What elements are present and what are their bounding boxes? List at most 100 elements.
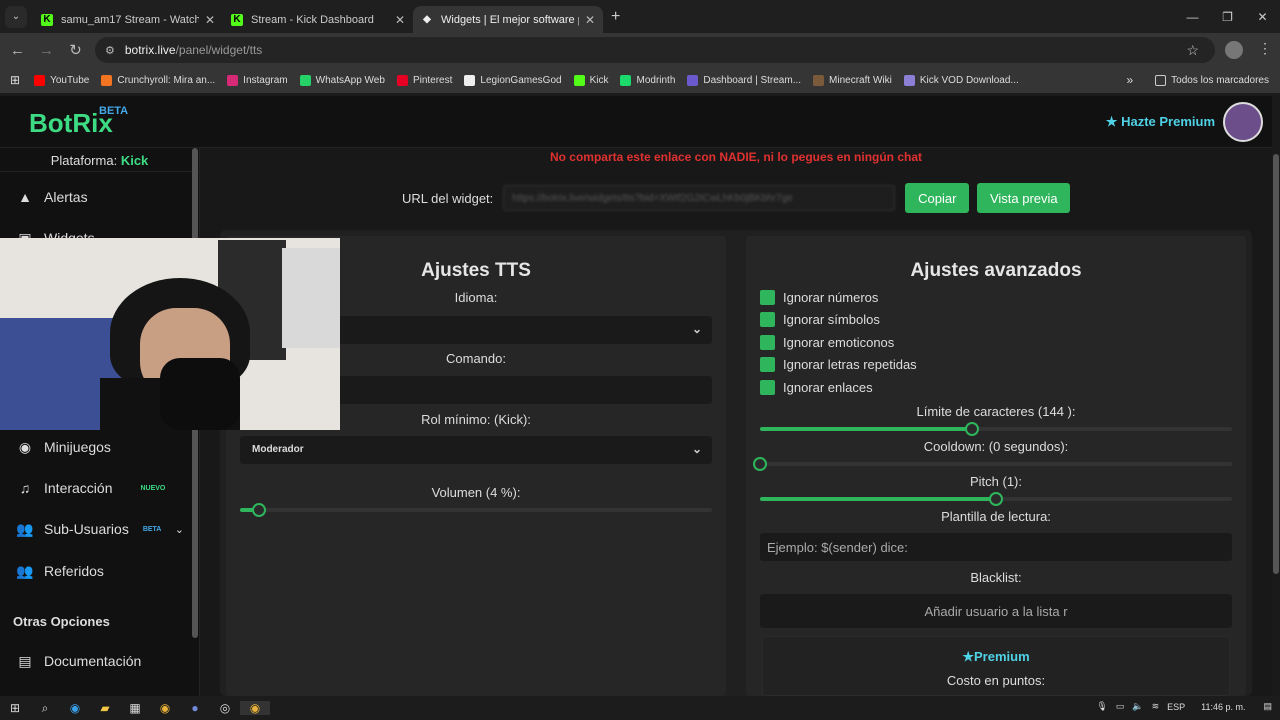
checkbox-ignore-links[interactable]: Ignorar enlaces [760, 380, 873, 395]
volume-slider[interactable] [240, 503, 712, 517]
blacklist-input[interactable]: Añadir usuario a la lista r [760, 594, 1232, 628]
slider-handle[interactable] [989, 492, 1003, 506]
bookmark-item[interactable]: Minecraft Wiki [813, 74, 892, 86]
slider-handle[interactable] [965, 422, 980, 436]
sidebar-item-alertas[interactable]: ▲ Alertas [0, 178, 190, 216]
bookmark-favicon-icon [299, 74, 311, 86]
tab-search-icon[interactable]: ⌄ [5, 5, 27, 28]
widget-url-input[interactable]: https://botrix.live/widgets/tts?bid=XWtf… [503, 185, 896, 211]
cooldown-slider[interactable] [753, 457, 1232, 471]
copy-button[interactable]: Copiar [905, 183, 970, 213]
apps-grid-icon[interactable]: ⊞ [10, 73, 20, 87]
sidebar-item-interaccion[interactable]: ♫ Interacción NUEVO [0, 469, 190, 507]
url-host: botrix.live [124, 43, 176, 57]
store-icon[interactable]: ▦ [120, 701, 150, 715]
sidebar-item-minijuegos[interactable]: ◉ Minijuegos [0, 428, 190, 466]
bookmark-item[interactable]: Modrinth [620, 74, 675, 86]
new-tab-icon[interactable]: + [611, 8, 620, 26]
sidebar-item-label: Minijuegos [44, 439, 111, 455]
bookmark-favicon-icon [396, 74, 408, 86]
pitch-slider[interactable] [760, 492, 1232, 506]
sidebar-item-documentacion[interactable]: ▤ Documentación [0, 642, 190, 680]
chevron-down-icon[interactable]: ⌄ [175, 523, 184, 536]
close-icon[interactable]: ✕ [395, 13, 405, 27]
browser-tab-1[interactable]: K samu_am17 Stream - Watch Live ✕ [33, 6, 223, 33]
browser-tab-2[interactable]: K Stream - Kick Dashboard ✕ [223, 6, 413, 33]
site-info-icon[interactable]: ⚙ [105, 44, 115, 57]
platform-value: Kick [120, 153, 149, 168]
bookmark-label: Kick [589, 74, 609, 86]
close-icon[interactable]: ✕ [585, 13, 595, 27]
close-icon[interactable]: ✕ [205, 13, 215, 27]
chevron-down-icon: ⌄ [691, 442, 702, 456]
slider-handle[interactable] [753, 457, 767, 471]
windows-start-icon[interactable]: ⊞ [0, 701, 30, 715]
checkbox[interactable] [760, 312, 775, 327]
file-explorer-icon[interactable]: ▰ [90, 701, 120, 715]
tab-title: Stream - Kick Dashboard [251, 13, 374, 26]
checkbox-ignore-symbols[interactable]: Ignorar símbolos [760, 312, 880, 327]
checkbox[interactable] [760, 290, 775, 305]
bookmark-label: Pinterest [412, 74, 453, 86]
scroll-thumb[interactable] [1273, 154, 1279, 574]
notification-icon[interactable]: ▤ [1263, 701, 1272, 712]
sidebar-item-referidos[interactable]: 👥 Referidos [0, 552, 190, 590]
checkbox-ignore-repeated[interactable]: Ignorar letras repetidas [760, 357, 917, 372]
bookmark-item[interactable]: Kick [573, 74, 609, 86]
bookmark-item[interactable]: Crunchyroll: Mira an... [101, 74, 215, 86]
discord-icon[interactable]: ● [180, 701, 210, 715]
bookmark-item[interactable]: Instagram [227, 74, 288, 86]
hazte-premium-link[interactable]: ★ Hazte Premium [1106, 114, 1215, 130]
back-icon[interactable]: ← [3, 42, 32, 59]
volume-icon[interactable]: 🔈 [1132, 701, 1143, 712]
wifi-icon[interactable]: ≋ [1152, 701, 1160, 712]
widget-url-label: URL del widget: [402, 190, 494, 206]
profile-icon[interactable] [1225, 41, 1243, 59]
obs-icon[interactable]: ◎ [210, 701, 240, 715]
url-omnibox[interactable]: ⚙ botrix.live/panel/widget/tts ☆ [95, 37, 1215, 63]
bookmark-item[interactable]: Pinterest [396, 74, 453, 86]
avatar[interactable] [1223, 102, 1263, 142]
char-limit-slider[interactable] [760, 422, 1232, 436]
search-icon[interactable]: ⌕ [30, 701, 60, 716]
page-scrollbar[interactable] [1272, 96, 1280, 696]
chrome-icon[interactable]: ◉ [150, 701, 180, 715]
checkbox-ignore-emotes[interactable]: Ignorar emoticonos [760, 335, 894, 350]
template-input[interactable]: Ejemplo: $(sender) dice: [760, 533, 1232, 561]
checkbox-ignore-numbers[interactable]: Ignorar números [760, 290, 878, 305]
forward-icon[interactable]: → [32, 42, 61, 59]
more-bookmarks-icon[interactable]: » [1126, 73, 1133, 87]
menu-kebab-icon[interactable]: ⋮ [1258, 40, 1272, 57]
bookmark-item[interactable]: LegionGamesGod [464, 74, 562, 86]
botrix-logo[interactable]: BotRix BETA [29, 105, 128, 139]
preview-button[interactable]: Vista previa [977, 183, 1071, 213]
checkbox[interactable] [760, 380, 775, 395]
language-indicator[interactable]: ESP [1167, 702, 1185, 712]
bookmark-item[interactable]: Kick VOD Download... [903, 74, 1019, 86]
checkbox[interactable] [760, 335, 775, 350]
sidebar-item-sub-usuarios[interactable]: 👥 Sub-Usuarios BETA ⌄ [0, 510, 190, 548]
mic-icon[interactable]: 🎙 [1096, 701, 1107, 712]
folder-icon [1155, 74, 1167, 86]
pitch-label: Pitch (1): [969, 474, 1022, 489]
reload-icon[interactable]: ↻ [61, 41, 90, 59]
all-bookmarks[interactable]: Todos los marcadores [1155, 74, 1269, 86]
sidebar-item-label: Sub-Usuarios [44, 521, 129, 537]
clock[interactable]: 11:46 p. m. [1201, 702, 1245, 712]
cooldown-label: Cooldown: (0 segundos): [923, 439, 1069, 454]
bookmark-item[interactable]: YouTube [34, 74, 89, 86]
edge-icon[interactable]: ◉ [60, 701, 90, 715]
close-window-icon[interactable]: ✕ [1245, 0, 1280, 33]
network-icon[interactable]: ▭ [1116, 701, 1125, 712]
bookmark-label: WhatsApp Web [315, 74, 385, 86]
browser-tab-3[interactable]: ◆ Widgets | El mejor software para ✕ [413, 6, 603, 33]
bookmark-item[interactable]: WhatsApp Web [299, 74, 385, 86]
bookmark-star-icon[interactable]: ☆ [1186, 42, 1199, 59]
minimize-icon[interactable]: — [1175, 0, 1210, 33]
role-select[interactable]: Moderador ⌄ [240, 436, 712, 464]
checkbox[interactable] [760, 357, 775, 372]
bookmark-item[interactable]: Dashboard | Stream... [687, 74, 801, 86]
restore-icon[interactable]: ❐ [1210, 0, 1245, 33]
chrome-active-icon[interactable]: ◉ [240, 701, 270, 715]
slider-handle[interactable] [251, 503, 266, 517]
